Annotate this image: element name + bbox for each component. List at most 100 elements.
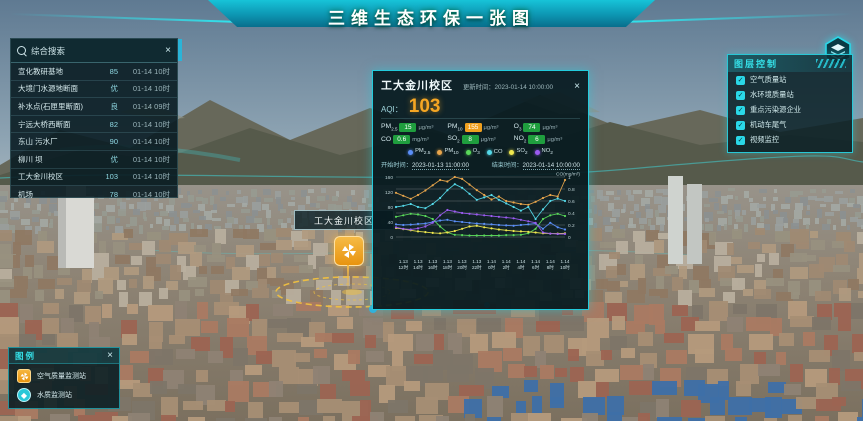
station-name: 大境门水源地断面 [18,83,96,94]
station-value: 优 [96,154,118,165]
legend-label: SO2 [516,148,527,156]
pollutant-value-badge: 74 [523,123,540,132]
checkbox-checked-icon[interactable]: ✓ [736,121,745,130]
pollutant-unit: mg/m³ [412,137,428,143]
legend-dot [535,150,540,155]
legend-entry[interactable]: SO2 [509,148,527,156]
legend-label: O3 [473,148,480,156]
layer-item-label: 视频监控 [750,135,779,145]
search-scrollbar[interactable] [178,39,182,61]
search-result-row[interactable]: 补水点(石匣里断面) 良 01-14 09时 [11,98,177,116]
checkbox-checked-icon[interactable]: ✓ [736,91,745,100]
end-time-value[interactable]: 2023-01-14 10:00:00 [523,162,580,170]
svg-text:1.1322时: 1.1322时 [472,259,482,270]
search-result-row[interactable]: 机场 78 01-14 10时 [11,186,177,203]
svg-text:1.1312时: 1.1312时 [398,259,408,270]
pollutant-card: SO2 8 μg/m³ [447,135,513,144]
svg-text:1.1314时: 1.1314时 [413,259,423,270]
legend-label: NO2 [542,148,553,156]
checkbox-checked-icon[interactable]: ✓ [736,106,745,115]
svg-text:1.1410时: 1.1410时 [560,259,570,270]
station-name: 机场 [18,189,96,200]
station-value: 78 [96,190,118,199]
air-station-marker-icon[interactable] [334,236,364,266]
legend-dot [487,150,492,155]
pollutant-name: O3 [514,123,522,131]
svg-text:0.2: 0.2 [568,223,575,229]
trend-chart-svg: 00.20.40.60.8104080120160CO(mg/m³)1.1312… [381,171,582,275]
start-time-label: 开始时间： [381,162,412,169]
station-value: 90 [96,137,118,146]
aqi-value: 103 [409,97,441,116]
search-bar[interactable]: 综合搜索 × [11,39,177,63]
checkbox-checked-icon[interactable]: ✓ [736,136,745,145]
svg-text:0.6: 0.6 [568,199,575,205]
search-result-row[interactable]: 宁远大桥西断面 82 01-14 10时 [11,116,177,134]
svg-text:0.4: 0.4 [568,211,575,217]
pollutant-card: NO2 6 μg/m³ [514,135,580,144]
layer-item-label: 机动车尾气 [750,120,786,130]
station-time: 01-14 10时 [118,189,170,200]
legend-panel-title: 图例 [15,350,107,362]
station-name: 柳川 坝 [18,154,96,165]
layer-item[interactable]: ✓ 水环境质量站 [728,87,852,102]
legend-entry[interactable]: NO2 [535,148,553,156]
search-result-list: 宣化教研基地 85 01-14 10时大境门水源地断面 优 01-14 10时补… [11,63,177,203]
legend-entry[interactable]: PM2.5 [408,148,430,156]
end-time-label: 结束时间： [492,162,523,169]
search-clear-icon[interactable]: × [165,46,171,56]
pollutant-card: PM10 155 μg/m³ [447,123,513,132]
layer-item[interactable]: ✓ 重点污染源企业 [728,102,852,117]
pollutant-name: SO2 [447,135,459,143]
station-time: 01-14 09时 [118,101,170,112]
start-time-value[interactable]: 2023-01-13 11:00:00 [412,162,469,170]
search-result-row[interactable]: 柳川 坝 优 01-14 10时 [11,151,177,169]
layer-item-label: 水环境质量站 [750,90,794,100]
legend-entry[interactable]: PM10 [437,148,458,156]
station-value: 良 [96,101,118,112]
search-result-row[interactable]: 宣化教研基地 85 01-14 10时 [11,63,177,81]
station-time: 01-14 10时 [118,154,170,165]
pinwheel-icon [341,243,357,259]
layer-item[interactable]: ✓ 空气质量站 [728,72,852,87]
station-name: 工大金川校区 [18,171,96,182]
svg-text:1.140时: 1.140时 [487,259,496,270]
update-time-label: 更新时间： [463,84,494,91]
map-legend-panel: 图例 × 空气质量监测站◆水质监测站 [8,347,120,409]
search-result-row[interactable]: 东山 污水厂 90 01-14 10时 [11,133,177,151]
station-value: 82 [96,120,118,129]
pollutant-grid: PM2.5 15 μg/m³PM10 155 μg/m³O3 74 μg/m³C… [381,123,580,144]
station-name: 宁远大桥西断面 [18,119,96,130]
svg-text:0: 0 [568,235,571,241]
search-input[interactable]: 综合搜索 [31,45,165,57]
search-result-row[interactable]: 大境门水源地断面 优 01-14 10时 [11,81,177,99]
svg-text:0: 0 [390,235,393,241]
station-name: 补水点(石匣里断面) [18,101,96,112]
legend-item-label: 水质监测站 [37,390,72,400]
station-time: 01-14 10时 [118,119,170,130]
legend-entry[interactable]: O3 [466,148,480,156]
pollutant-value-badge: 0.6 [393,135,410,144]
svg-text:1.148时: 1.148时 [546,259,555,270]
pollutant-value-badge: 6 [528,135,545,144]
popup-close-icon[interactable]: × [574,82,580,92]
legend-entry[interactable]: CO [487,148,503,156]
popup-update-time: 更新时间：2023-01-14 10:00:00 [463,82,574,91]
layer-item[interactable]: ✓ 视频监控 [728,132,852,147]
pollutant-value-badge: 15 [399,123,416,132]
svg-text:1.144时: 1.144时 [516,259,525,270]
checkbox-checked-icon[interactable]: ✓ [736,76,745,85]
station-value: 85 [96,67,118,76]
popup-title: 工大金川校区 [381,77,453,93]
pollutant-unit: μg/m³ [547,137,562,143]
search-result-row[interactable]: 工大金川校区 103 01-14 10时 [11,169,177,187]
station-time: 01-14 10时 [118,136,170,147]
layer-item[interactable]: ✓ 机动车尾气 [728,117,852,132]
svg-text:1.146时: 1.146时 [531,259,540,270]
legend-dot [509,150,514,155]
legend-close-icon[interactable]: × [107,351,113,361]
search-icon [17,46,26,55]
aqi-label: AQI： [381,104,403,115]
pollutant-unit: μg/m³ [484,125,499,131]
legend-dot [408,150,413,155]
